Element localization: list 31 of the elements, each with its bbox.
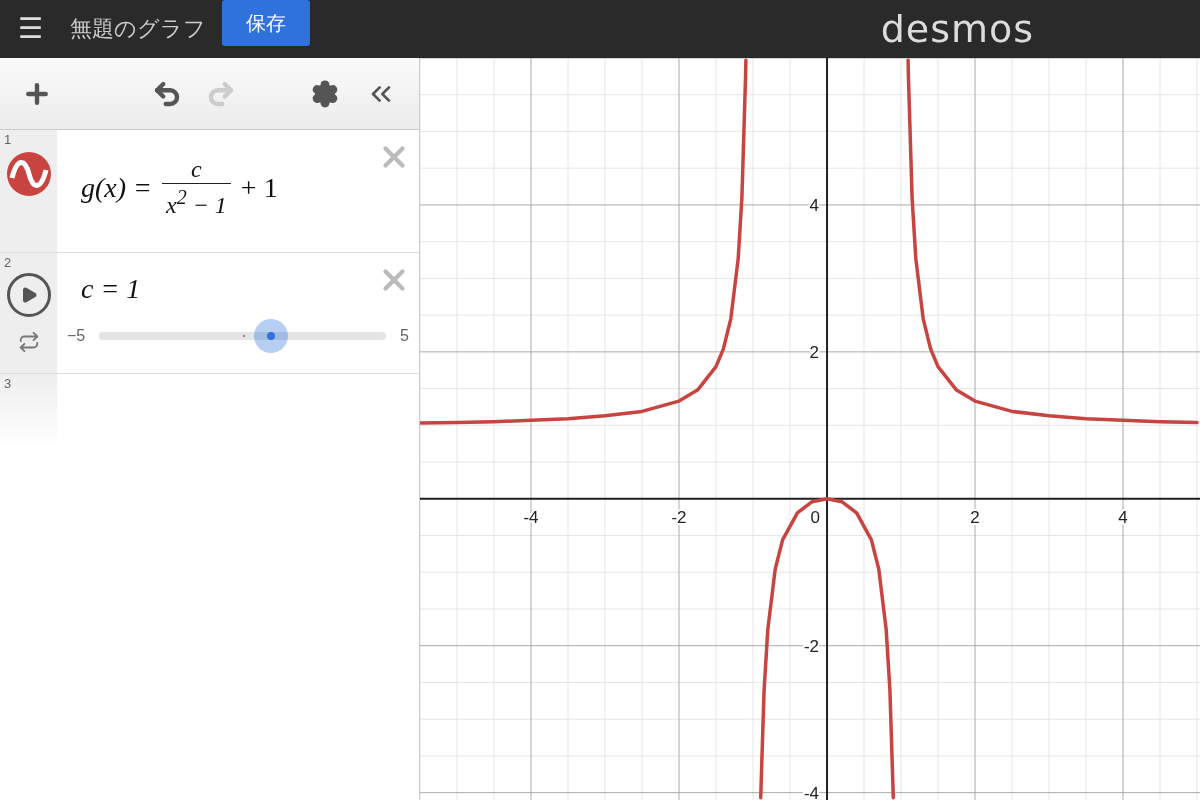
- save-button[interactable]: 保存: [222, 0, 310, 46]
- formula-term: + 1: [240, 171, 278, 204]
- slider-value: c = 1: [81, 273, 141, 305]
- graph-paper[interactable]: 4 2 -4 -2 0 2 4 -2 -4: [420, 58, 1200, 800]
- function-name: g(x) =: [81, 171, 152, 204]
- origin-label: 0: [810, 507, 820, 527]
- slider-min: −5: [67, 327, 86, 345]
- wave-icon[interactable]: [6, 152, 51, 196]
- axis-tick-label: 4: [1118, 507, 1128, 527]
- axis-tick-label: 4: [809, 195, 819, 215]
- slider-max: 5: [400, 327, 409, 345]
- row-number: 2: [4, 255, 12, 270]
- fraction-denominator: x$^{2}$ − 1: [162, 183, 231, 219]
- row-number: 1: [4, 132, 12, 147]
- repeat-icon[interactable]: [17, 331, 40, 353]
- axis-tick-label: -2: [671, 507, 687, 527]
- axis-tick-label: 2: [809, 342, 819, 362]
- menu-button[interactable]: ☰: [18, 15, 50, 43]
- settings-button[interactable]: [311, 79, 339, 108]
- axis-tick-label: -4: [523, 507, 539, 527]
- slider[interactable]: [99, 319, 387, 353]
- fraction-numerator: c: [190, 156, 203, 183]
- settings-icon: [311, 79, 339, 108]
- logo: desmos: [880, 7, 1034, 51]
- axis-tick-label: -2: [803, 636, 819, 656]
- axis-tick-label: 2: [970, 507, 980, 527]
- play-button[interactable]: [6, 273, 51, 317]
- graph-title[interactable]: 無題のグラフ: [70, 14, 206, 44]
- slider-thumb[interactable]: [254, 319, 289, 353]
- row-number: 3: [4, 376, 12, 391]
- axis-tick-label: -4: [803, 783, 819, 800]
